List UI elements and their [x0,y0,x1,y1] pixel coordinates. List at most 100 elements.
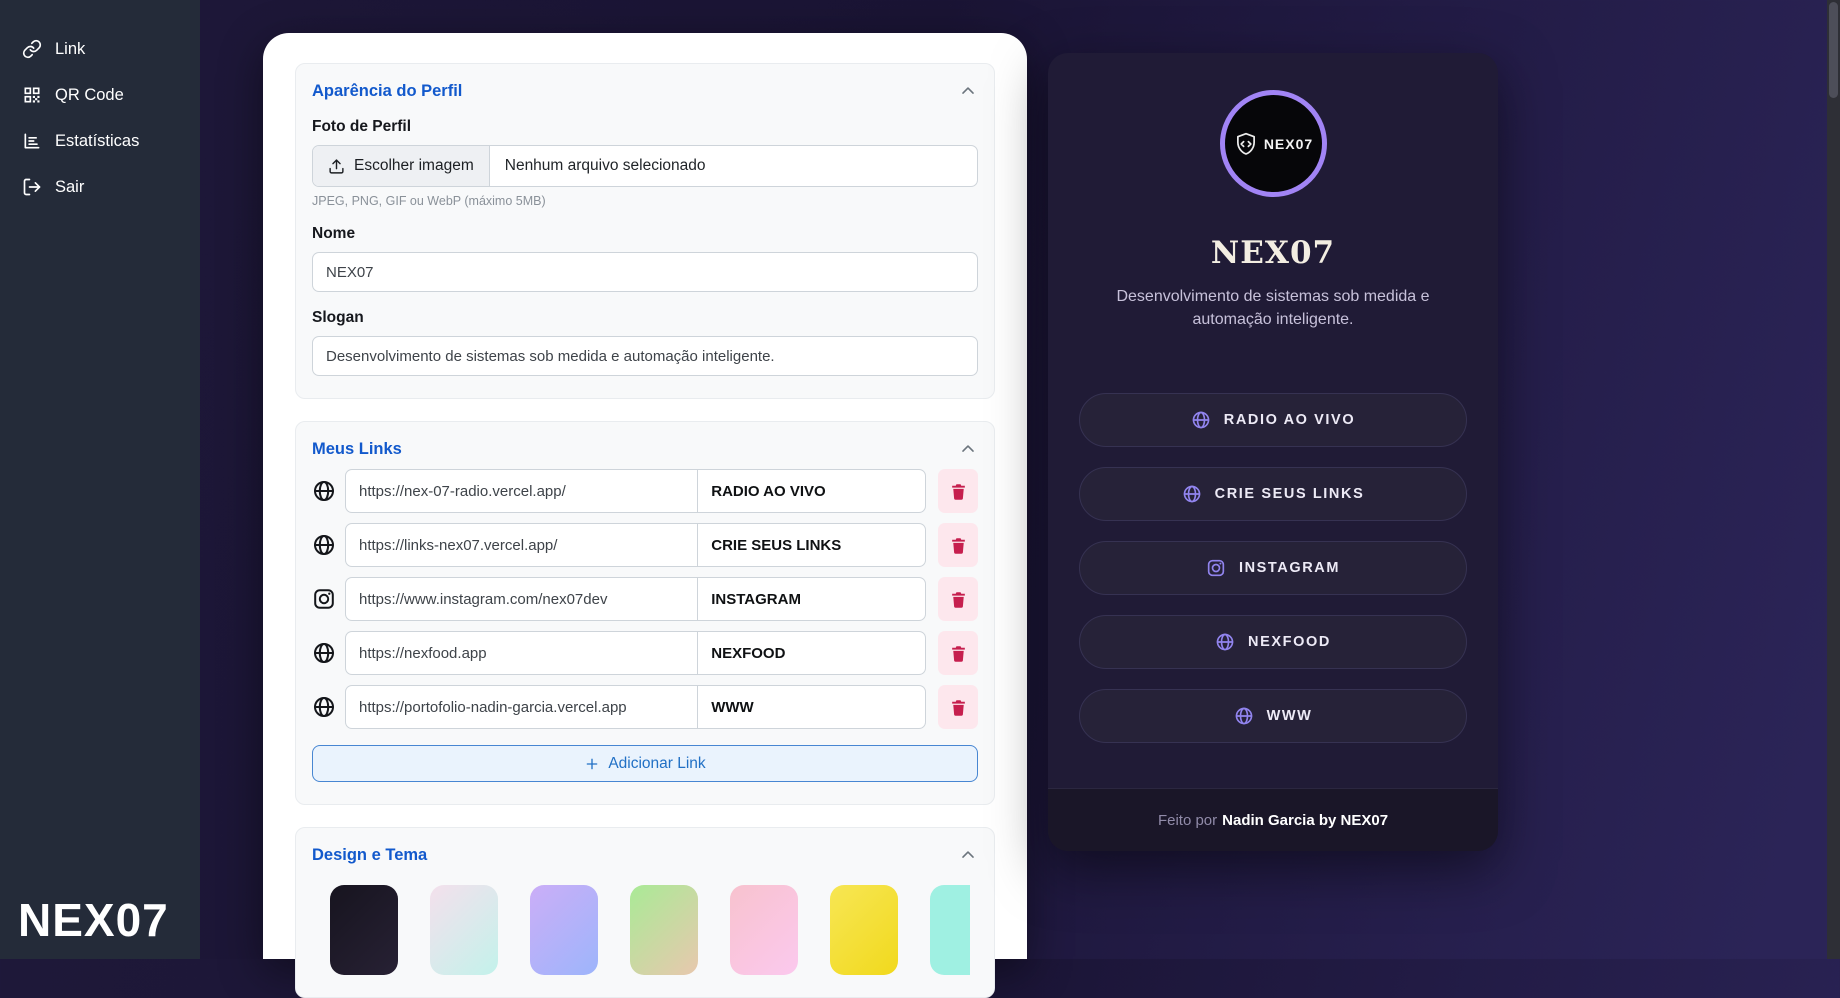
page-scrollbar[interactable] [1827,0,1840,959]
choose-image-button[interactable]: Escolher imagem [313,146,490,186]
name-input[interactable] [312,252,978,292]
preview-link-label: NEXFOOD [1248,634,1331,651]
slogan-label: Slogan [312,309,364,326]
link-type-icon [312,479,336,503]
plus-icon [584,756,600,772]
trash-icon [949,698,968,717]
profile-appearance-card: Aparência do Perfil Foto de Perfil Escol… [295,63,995,399]
design-card-title: Design e Tema [312,845,428,864]
slogan-input[interactable] [312,336,978,376]
upload-icon [328,158,345,175]
sidebar-item-icon [22,177,42,197]
chevron-up-icon[interactable] [958,439,978,459]
preview-link-label: INSTAGRAM [1238,560,1341,577]
name-label: Nome [312,225,356,242]
delete-link-button[interactable] [938,523,978,567]
add-link-label: Adicionar Link [608,754,706,772]
sidebar-item-link[interactable]: Link [0,26,200,72]
delete-link-button[interactable] [938,469,978,513]
theme-swatch-row [330,885,970,975]
chevron-up-icon[interactable] [958,845,978,865]
link-row-nexfood [312,631,978,675]
link-row-www [312,685,978,729]
preview-link-icon [1182,484,1202,504]
link-title-input[interactable] [697,469,926,513]
trash-icon [949,536,968,555]
preview-link-icon [1206,558,1226,578]
profile-avatar: NEX07 [1219,90,1327,197]
preview-link-button-instagram[interactable]: INSTAGRAM [1079,541,1467,596]
sidebar-item-label: Estatísticas [55,131,140,150]
scrollbar-thumb[interactable] [1829,2,1838,98]
chevron-up-icon[interactable] [958,81,978,101]
preview-link-button-crie-seus-links[interactable]: CRIE SEUS LINKS [1079,467,1467,522]
design-card-header[interactable]: Design e Tema [312,845,978,865]
sidebar-item-icon [22,131,42,151]
editor-panel: Aparência do Perfil Foto de Perfil Escol… [263,33,1027,998]
trash-icon [949,590,968,609]
link-title-input[interactable] [697,631,926,675]
preview-link-button-nexfood[interactable]: NEXFOOD [1079,615,1467,670]
choose-image-label: Escolher imagem [354,157,474,174]
sidebar-item-estat-sticas[interactable]: Estatísticas [0,118,200,164]
shield-code-icon [1233,131,1259,157]
link-title-input[interactable] [697,685,926,729]
links-list [312,469,978,729]
link-url-input[interactable] [345,577,699,621]
theme-swatch-mint[interactable] [930,885,970,975]
link-url-input[interactable] [345,523,699,567]
preview-link-button-www[interactable]: WWW [1079,689,1467,744]
link-row-crie-seus-links [312,523,978,567]
links-card-header[interactable]: Meus Links [312,439,978,459]
preview-profile-slogan: Desenvolvimento de sistemas sob medida e… [1116,288,1430,329]
sidebar-item-label: Sair [55,177,85,196]
theme-swatch-soft-pink[interactable] [730,885,798,975]
preview-link-button-radio-ao-vivo[interactable]: RADIO AO VIVO [1079,393,1467,448]
theme-swatch-pink-cyan[interactable] [430,885,498,975]
link-url-input[interactable] [345,631,699,675]
delete-link-button[interactable] [938,577,978,621]
trash-icon [949,644,968,663]
sidebar-nav: Link QR Code Estatísticas Sair [0,0,200,210]
link-type-icon [312,533,336,557]
preview-panel: NEX07 NEX07 Desenvolvimento de sistemas … [1048,53,1498,851]
sidebar-item-label: QR Code [55,85,124,104]
theme-swatch-lavender-blue[interactable] [530,885,598,975]
link-row-radio-ao-vivo [312,469,978,513]
preview-link-label: RADIO AO VIVO [1223,412,1356,429]
link-title-input[interactable] [697,577,926,621]
link-title-input[interactable] [697,523,926,567]
sidebar-item-icon [22,85,42,105]
preview-link-icon [1191,410,1211,430]
link-url-input[interactable] [345,469,699,513]
footer-prefix: Feito por [1157,811,1218,829]
link-row-instagram [312,577,978,621]
preview-link-icon [1234,706,1254,726]
sidebar-logo: NEX07 [18,894,169,946]
link-type-icon [312,641,336,665]
profile-photo-file-input: Escolher imagem Nenhum arquivo seleciona… [312,145,978,187]
preview-footer: Feito por Nadin Garcia by NEX07 [1048,788,1498,851]
profile-card-title: Aparência do Perfil [312,81,463,100]
preview-link-label: CRIE SEUS LINKS [1214,486,1365,503]
add-link-button[interactable]: Adicionar Link [312,745,978,782]
theme-swatch-green-peach[interactable] [630,885,698,975]
design-theme-card: Design e Tema [295,827,995,998]
photo-label: Foto de Perfil [312,118,412,135]
theme-swatch-dark[interactable] [330,885,398,975]
link-url-input[interactable] [345,685,699,729]
preview-link-label: WWW [1266,708,1313,725]
link-type-icon [312,695,336,719]
sidebar-item-sair[interactable]: Sair [0,164,200,210]
footer-credit: Nadin Garcia by NEX07 [1222,811,1389,829]
delete-link-button[interactable] [938,685,978,729]
my-links-card: Meus Links https://nex-07-radio.vercel.a… [295,421,995,805]
preview-link-icon [1215,632,1235,652]
theme-swatch-yellow[interactable] [830,885,898,975]
link-type-icon [312,587,336,611]
delete-link-button[interactable] [938,631,978,675]
sidebar-item-icon [22,39,42,59]
sidebar-item-label: Link [55,39,86,58]
sidebar-item-qr-code[interactable]: QR Code [0,72,200,118]
profile-card-header[interactable]: Aparência do Perfil [312,81,978,101]
